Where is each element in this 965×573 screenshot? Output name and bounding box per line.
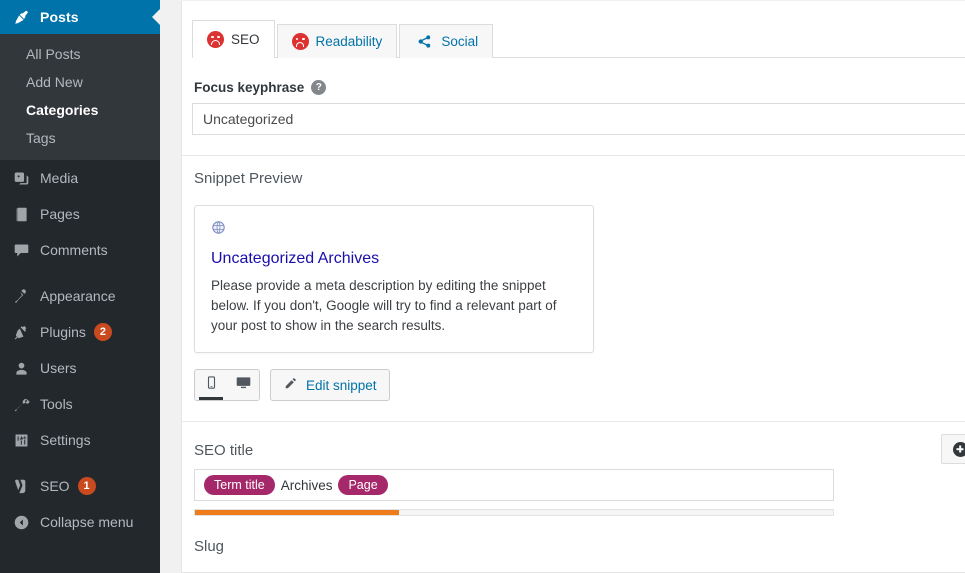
insert-snippet-variable-button[interactable]: Insert snippet variable (940, 434, 965, 464)
sidebar-item-label: Posts (40, 9, 79, 25)
tools-icon (11, 394, 31, 414)
plugins-update-badge: 2 (93, 323, 112, 341)
sidebar-item-appearance[interactable]: Appearance (0, 278, 160, 314)
seo-title-text: Archives (280, 477, 333, 493)
seo-notification-badge: 1 (77, 477, 96, 495)
frown-face-icon (207, 31, 224, 48)
sidebar-item-label: Plugins (40, 324, 86, 340)
users-icon (11, 358, 31, 378)
wordpress-admin-screen: Posts All Posts Add New Categories Tags … (0, 0, 965, 573)
sidebar-item-label: SEO (40, 478, 70, 494)
pages-icon (11, 204, 31, 224)
admin-sidebar: Posts All Posts Add New Categories Tags … (0, 0, 160, 573)
posts-submenu: All Posts Add New Categories Tags (0, 34, 160, 160)
collapse-menu-label: Collapse menu (40, 514, 134, 530)
snippet-variable-page[interactable]: Page (338, 475, 388, 495)
plus-circle-icon (952, 441, 965, 457)
divider (182, 421, 965, 422)
globe-icon (211, 220, 577, 240)
sidebar-item-pages[interactable]: Pages (0, 196, 160, 232)
seo-title-label: SEO title (194, 442, 254, 459)
sidebar-item-posts[interactable]: Posts (0, 0, 160, 34)
plugins-icon (11, 322, 31, 342)
share-icon (414, 32, 434, 52)
edit-snippet-label: Edit snippet (306, 377, 377, 393)
question-mark-icon[interactable]: ? (311, 80, 327, 95)
sidebar-item-label: Tools (40, 396, 73, 412)
tab-label: Readability (315, 34, 383, 49)
sidebar-item-label: Appearance (40, 288, 116, 304)
snippet-preview-header[interactable]: Snippet Preview (194, 170, 965, 187)
sidebar-item-seo[interactable]: SEO 1 (0, 468, 160, 504)
snippet-preview-card[interactable]: Uncategorized Archives Please provide a … (194, 205, 594, 353)
snippet-controls-row: Edit snippet (194, 369, 965, 401)
submenu-item-tags[interactable]: Tags (0, 124, 160, 152)
media-icon (11, 168, 31, 188)
snippet-description[interactable]: Please provide a meta description by edi… (211, 276, 577, 336)
frown-face-icon (291, 33, 309, 50)
progress-fill (195, 510, 400, 515)
snippet-preview-title: Snippet Preview (194, 170, 303, 187)
sidebar-item-settings[interactable]: Settings (0, 422, 160, 458)
submenu-item-add-new[interactable]: Add New (0, 68, 160, 96)
comments-icon (11, 240, 31, 260)
submenu-item-all-posts[interactable]: All Posts (0, 40, 160, 68)
divider (182, 155, 965, 156)
main-content-area: SEO Readability Social Focus keyphrase ?… (160, 0, 965, 573)
collapse-menu-button[interactable]: Collapse menu (0, 504, 160, 540)
yoast-tab-bar: SEO Readability Social (192, 18, 965, 59)
pin-icon (11, 7, 31, 27)
sidebar-item-media[interactable]: Media (0, 160, 160, 196)
sidebar-item-users[interactable]: Users (0, 350, 160, 386)
sidebar-item-label: Pages (40, 206, 80, 222)
desktop-icon (235, 374, 252, 396)
tab-social[interactable]: Social (399, 24, 494, 58)
active-menu-arrow-icon (152, 9, 160, 25)
tab-label: SEO (231, 32, 260, 47)
submenu-item-categories[interactable]: Categories (0, 96, 160, 124)
snippet-variable-term-title[interactable]: Term title (204, 475, 275, 495)
slug-label: Slug (194, 538, 225, 555)
tab-label: Social (441, 34, 479, 49)
mobile-preview-button[interactable] (195, 370, 227, 400)
collapse-arrow-icon (11, 512, 31, 532)
tab-seo[interactable]: SEO (192, 20, 275, 59)
yoast-icon (11, 476, 31, 496)
sidebar-item-plugins[interactable]: Plugins 2 (0, 314, 160, 350)
pencil-icon (283, 376, 298, 394)
yoast-metabox-panel: SEO Readability Social Focus keyphrase ?… (181, 1, 965, 573)
desktop-preview-button[interactable] (227, 370, 259, 400)
focus-keyphrase-input[interactable] (192, 103, 965, 135)
seo-title-row: SEO title Insert snippet variable (194, 434, 965, 464)
sidebar-item-comments[interactable]: Comments (0, 232, 160, 268)
sidebar-item-label: Users (40, 360, 77, 376)
snippet-title[interactable]: Uncategorized Archives (211, 249, 577, 269)
seo-tab-content: Focus keyphrase ? Snippet Preview (182, 80, 965, 555)
seo-title-input[interactable]: Term title Archives Page (194, 469, 834, 501)
focus-keyphrase-label-row: Focus keyphrase ? (194, 80, 965, 95)
sidebar-separator (0, 458, 160, 468)
settings-icon (11, 430, 31, 450)
focus-keyphrase-label: Focus keyphrase (194, 80, 305, 95)
sidebar-item-label: Settings (40, 432, 91, 448)
sidebar-item-label: Media (40, 170, 79, 186)
edit-snippet-button[interactable]: Edit snippet (270, 369, 390, 401)
appearance-icon (11, 286, 31, 306)
mobile-icon (204, 375, 219, 395)
device-preview-toggle[interactable] (194, 369, 260, 401)
seo-title-length-progress (194, 509, 834, 516)
sidebar-item-label: Comments (40, 242, 108, 258)
tab-readability[interactable]: Readability (276, 24, 398, 58)
sidebar-item-tools[interactable]: Tools (0, 386, 160, 422)
sidebar-separator (0, 268, 160, 278)
